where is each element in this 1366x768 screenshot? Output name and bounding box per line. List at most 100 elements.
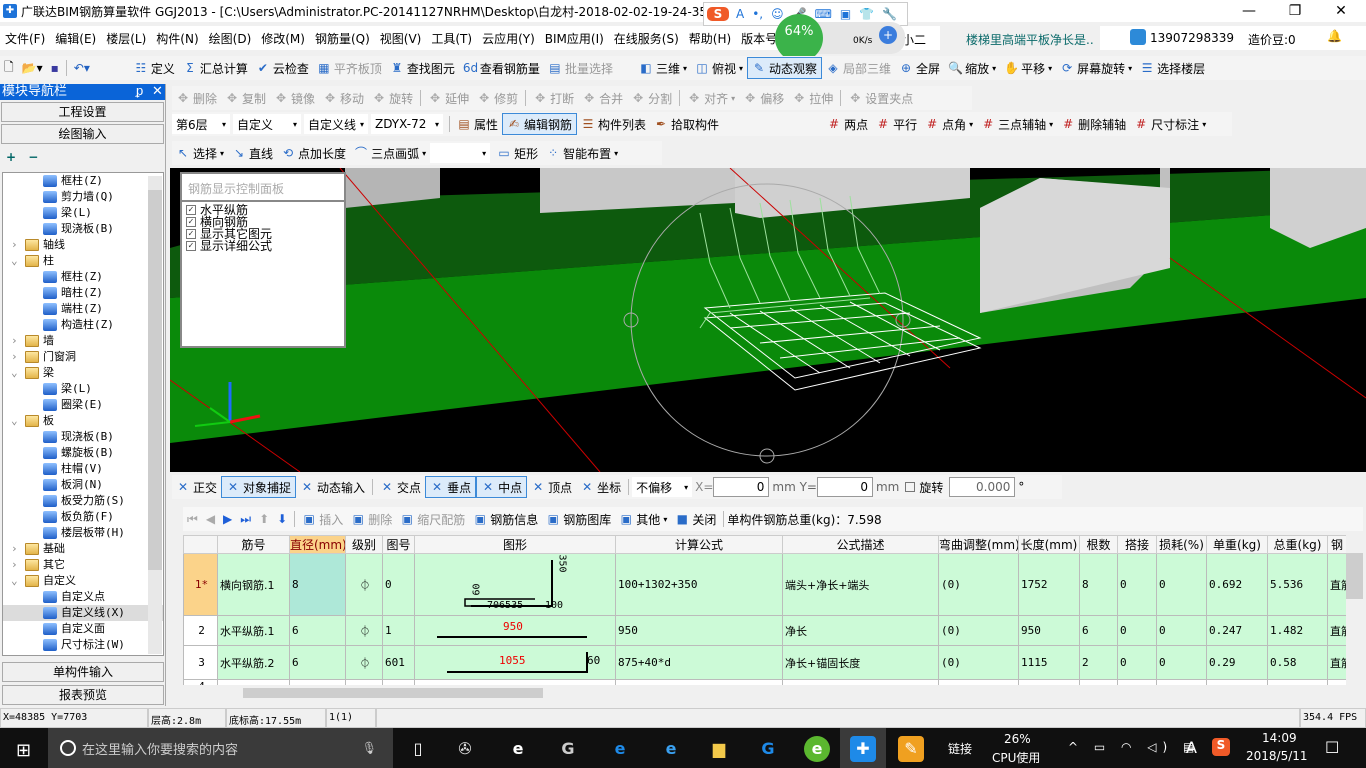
cell-unit_w[interactable]: 0.29: [1206, 645, 1268, 680]
column-header[interactable]: 钢: [1327, 535, 1347, 554]
tree-item[interactable]: 楼层板带(H): [3, 525, 163, 541]
menu-item[interactable]: 文件(F): [0, 30, 50, 47]
tree-item[interactable]: 自定义线(X): [3, 605, 163, 621]
summary-calc-button[interactable]: Σ 汇总计算: [179, 57, 252, 79]
tree-item[interactable]: › 轴线: [3, 237, 163, 253]
notes-app-icon[interactable]: ✎: [898, 736, 924, 762]
menu-item[interactable]: 钢筋量(Q): [310, 30, 375, 47]
dropdown-arrow-icon[interactable]: ▾: [683, 64, 687, 73]
app-g-icon[interactable]: G: [555, 736, 581, 762]
restore-button[interactable]: ❐: [1272, 0, 1318, 22]
cell-fig[interactable]: [382, 679, 415, 685]
menu-item[interactable]: 绘图(D): [204, 30, 257, 47]
move-button[interactable]: ✥ 移动: [319, 87, 368, 109]
cell-name[interactable]: [217, 679, 290, 685]
display-checkbox[interactable]: ✓ 显示详细公式: [182, 240, 344, 252]
smart-layout-button[interactable]: ⁘ 智能布置 ▾: [542, 142, 622, 164]
chevron-down-icon[interactable]: ⌄: [11, 365, 25, 381]
tree-item[interactable]: ⌄ 梁: [3, 365, 163, 381]
cell-total_w[interactable]: 1.482: [1267, 615, 1328, 646]
ortho-toggle[interactable]: ✕ 正交: [172, 476, 221, 498]
menu-item[interactable]: 楼层(L): [101, 30, 151, 47]
column-header[interactable]: 级别: [345, 535, 383, 554]
cell-formula[interactable]: 950: [615, 615, 783, 646]
copy-button[interactable]: ✥ 复制: [221, 87, 270, 109]
merge-button[interactable]: ✥ 合并: [578, 87, 627, 109]
expand-all-icon[interactable]: +: [6, 150, 16, 164]
close-button[interactable]: ✕: [1318, 0, 1364, 22]
cell-count[interactable]: 8: [1079, 553, 1118, 616]
tree-item[interactable]: › 墙: [3, 333, 163, 349]
cell-total_w[interactable]: 5.536: [1267, 553, 1328, 616]
cell-no[interactable]: 3: [183, 645, 218, 680]
cell-bend[interactable]: (0): [938, 553, 1019, 616]
drawing-input-button[interactable]: 绘图输入: [1, 124, 164, 144]
chevron-right-icon[interactable]: ›: [11, 541, 25, 557]
tree-item[interactable]: 圈梁(E): [3, 397, 163, 413]
cell-bend[interactable]: [938, 679, 1019, 685]
chevron-down-icon[interactable]: ⌄: [11, 413, 25, 429]
tree-item[interactable]: 板负筋(F): [3, 509, 163, 525]
tree-item[interactable]: 暗柱(Z): [3, 285, 163, 301]
cell-fig[interactable]: 601: [382, 645, 415, 680]
tree-item[interactable]: 柱帽(V): [3, 461, 163, 477]
cell-total_w[interactable]: 0.58: [1267, 645, 1328, 680]
tree-item[interactable]: 螺旋板(B): [3, 445, 163, 461]
tree-item[interactable]: 尺寸标注(W): [3, 637, 163, 653]
cell-len[interactable]: 950: [1018, 615, 1080, 646]
move-down-icon[interactable]: ⬇: [273, 508, 291, 530]
menu-item[interactable]: 修改(M): [256, 30, 310, 47]
ime-tool-icon[interactable]: 👕: [859, 7, 874, 21]
rebar-info-button[interactable]: ▣ 钢筋信息: [469, 508, 542, 530]
chevron-down-icon[interactable]: ⌄: [11, 573, 25, 589]
open-folder-icon[interactable]: 📂▾: [18, 57, 47, 79]
ime-tool-icon[interactable]: A: [736, 7, 744, 21]
midpoint-toggle[interactable]: ✕ 中点: [476, 476, 528, 498]
stretch-button[interactable]: ✥ 拉伸: [788, 87, 837, 109]
screen-rotate-button[interactable]: ⟳ 屏幕旋转 ▾: [1056, 57, 1136, 79]
column-header[interactable]: 直径(mm): [289, 535, 346, 554]
single-component-input-button[interactable]: 单构件输入: [2, 662, 164, 682]
parallel-axis-button[interactable]: # 平行: [872, 113, 921, 135]
cell-loss[interactable]: 0: [1156, 553, 1207, 616]
checkbox-checked-icon[interactable]: ✓: [186, 217, 196, 227]
cell-desc[interactable]: 端头+净长+端头: [782, 553, 939, 616]
tree-item[interactable]: ⌄ 柱: [3, 253, 163, 269]
offset-button[interactable]: ✥ 偏移: [739, 87, 788, 109]
component-list-button[interactable]: ☰ 构件列表: [577, 113, 650, 135]
cell-loss[interactable]: [1156, 679, 1207, 685]
cell-len[interactable]: 1752: [1018, 553, 1080, 616]
cell-len[interactable]: 1115: [1018, 645, 1080, 680]
scale-rebar-button[interactable]: ▣ 缩尺配筋: [396, 508, 469, 530]
vertex-toggle[interactable]: ✕ 顶点: [527, 476, 576, 498]
xiaoer-label[interactable]: 小二: [902, 31, 926, 48]
cell-type[interactable]: 直筋: [1327, 645, 1347, 680]
properties-button[interactable]: ▤ 属性: [453, 113, 502, 135]
dropdown-arrow-icon[interactable]: ▾: [731, 94, 735, 103]
cell-name[interactable]: 水平纵筋.1: [217, 615, 290, 646]
dropdown-arrow-icon[interactable]: ▾: [1202, 120, 1206, 129]
task-view-icon[interactable]: ▯: [405, 736, 431, 762]
browser-e-icon[interactable]: e: [505, 736, 531, 762]
column-header[interactable]: 公式描述: [782, 535, 939, 554]
cell-grade[interactable]: [345, 679, 383, 685]
fullscreen-button[interactable]: ⊕ 全屏: [895, 57, 944, 79]
cloud-check-button[interactable]: ✔ 云检查: [252, 57, 313, 79]
line-button[interactable]: ↘ 直线: [228, 142, 277, 164]
pan-button[interactable]: ✋ 平移 ▾: [1000, 57, 1056, 79]
tree-item[interactable]: 自定义点: [3, 589, 163, 605]
ie-icon[interactable]: e: [658, 736, 684, 762]
column-header[interactable]: 图号: [382, 535, 415, 554]
column-header[interactable]: 长度(mm): [1018, 535, 1080, 554]
three-point-arc-button[interactable]: ⌒ 三点画弧 ▾: [350, 142, 430, 164]
first-record-icon[interactable]: ⏮: [183, 508, 202, 530]
table-row[interactable]: 2水平纵筋.16⏀1950950净长(0)9506000.2471.482直筋: [183, 615, 1347, 646]
memory-percent[interactable]: 64%: [775, 14, 823, 62]
plus-icon[interactable]: +: [879, 26, 897, 44]
tree-item[interactable]: 现浇板(B): [3, 429, 163, 445]
cell-shape[interactable]: [414, 679, 616, 685]
cell-fig[interactable]: 1: [382, 615, 415, 646]
cell-shape[interactable]: 350 60 706535 100: [414, 553, 616, 616]
cell-bend[interactable]: (0): [938, 615, 1019, 646]
cell-lap[interactable]: 0: [1117, 553, 1157, 616]
